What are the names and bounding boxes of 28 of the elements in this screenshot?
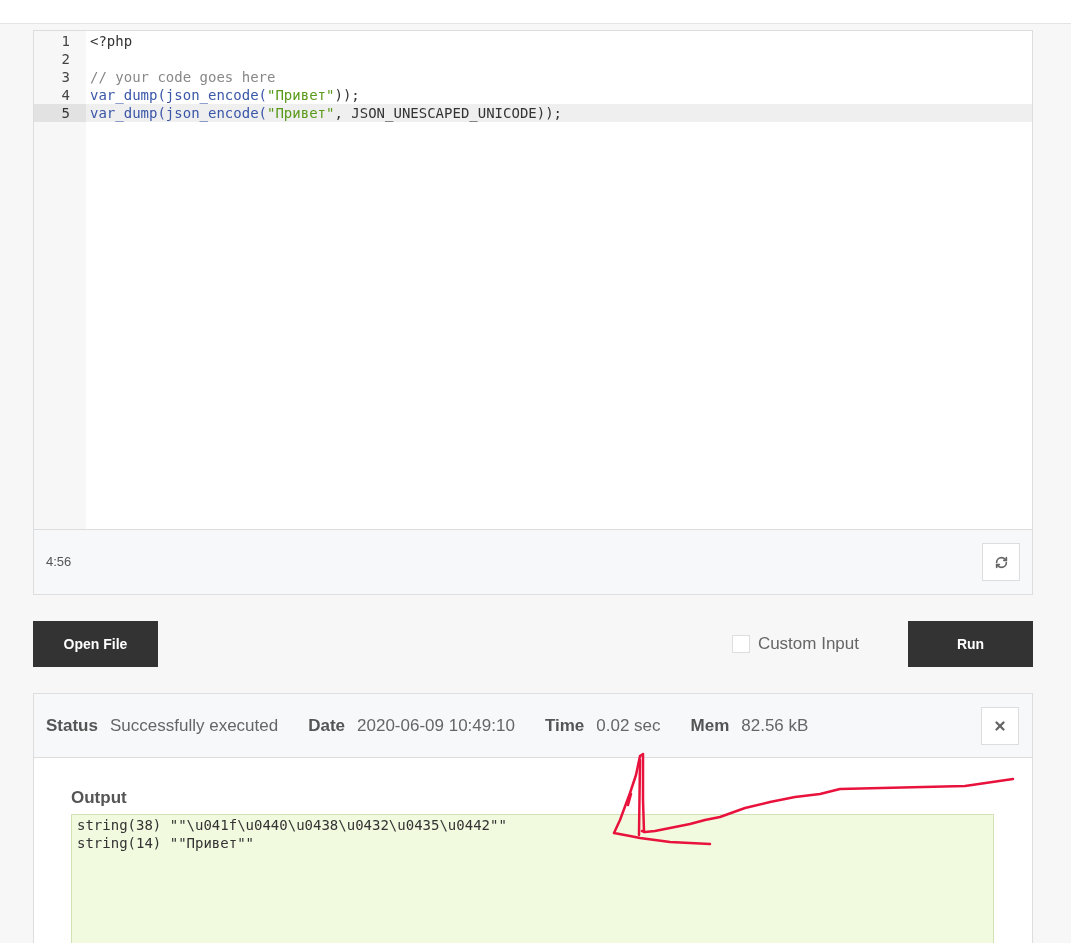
custom-input-checkbox[interactable]: Custom Input — [731, 631, 859, 657]
field-value: 0.02 sec — [596, 714, 661, 737]
code-line: var_dump(json_encode("Привет")); — [89, 86, 361, 104]
field-label: Mem — [690, 714, 730, 737]
code-line: // your code goes here — [89, 68, 277, 86]
output-line: string(38) ""\u041f\u0440\u0438\u0432\u0435\u0442"" — [77, 815, 508, 834]
line-number: 3 — [60, 68, 71, 86]
field-value: Successfully executed — [109, 714, 279, 737]
refresh-button[interactable] — [982, 543, 1020, 581]
line-number: 2 — [60, 50, 71, 68]
output-line: string(14) ""Привет"" — [77, 833, 255, 852]
open-file-button[interactable]: Open File — [33, 621, 158, 667]
code-line: <?php — [89, 32, 134, 50]
output-heading: Output — [71, 787, 128, 809]
line-number: 5 — [34, 104, 86, 122]
field-value: 2020-06-09 10:49:10 — [357, 714, 515, 737]
close-icon — [993, 718, 1007, 733]
field-label: Date — [308, 714, 346, 737]
close-button[interactable] — [981, 706, 1019, 745]
refresh-icon — [994, 555, 1008, 569]
code-editor[interactable]: 1 2 3 4 5 <?php // your code goes here var_dump(json_encode("Привет")); var_dump(json_encode("Привет", JSON_UNESCAPED_UNICODE)); — [33, 30, 1033, 530]
field-label: Status — [46, 714, 98, 737]
line-number: 4 — [60, 86, 71, 104]
field-label: Time — [544, 714, 585, 737]
field-value: 82.56 kB — [741, 714, 809, 737]
cursor-position: 4:56 — [46, 553, 72, 572]
line-number: 1 — [60, 32, 71, 50]
run-button[interactable]: Run — [908, 621, 1033, 667]
